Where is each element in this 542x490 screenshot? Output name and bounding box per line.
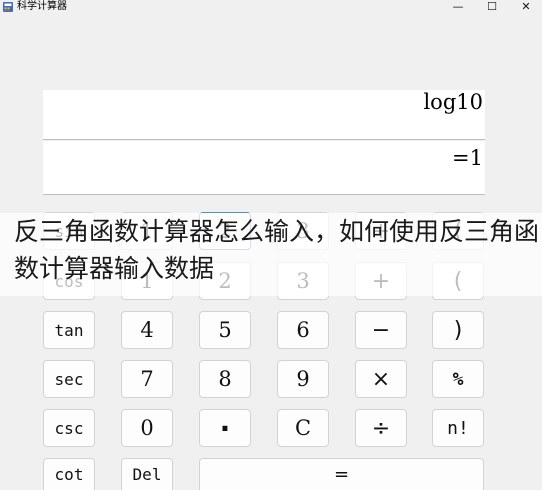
window-title: 科学计算器 [17, 1, 67, 12]
digit-7-button[interactable]: 7 [121, 360, 173, 398]
caption-overlay-text: 反三角函数计算器怎么输入，如何使用反三角函数计算器输入数据 [14, 217, 540, 283]
equals-button[interactable]: = [199, 458, 484, 490]
result-text: =1 [452, 146, 483, 170]
clear-button[interactable]: C [277, 409, 329, 447]
digit-8-button[interactable]: 8 [199, 360, 251, 398]
expression-display: log10 [43, 90, 485, 140]
expression-text: log10 [423, 90, 483, 114]
minus-button[interactable]: − [355, 311, 407, 349]
digit-5-button[interactable]: 5 [199, 311, 251, 349]
factorial-button[interactable]: n! [432, 409, 484, 447]
maximize-button[interactable]: ☐ [474, 0, 510, 14]
tan-button[interactable]: tan [43, 311, 95, 349]
minimize-button[interactable]: — [440, 0, 476, 14]
close-button[interactable]: ✕ [508, 0, 542, 14]
digit-9-button[interactable]: 9 [277, 360, 329, 398]
digit-6-button[interactable]: 6 [277, 311, 329, 349]
cot-button[interactable]: cot [43, 458, 95, 490]
csc-button[interactable]: csc [43, 409, 95, 447]
title-bar: 科学计算器 — ☐ ✕ [0, 0, 542, 14]
digit-0-button[interactable]: 0 [121, 409, 173, 447]
result-display: =1 [43, 141, 485, 195]
close-paren-button[interactable]: ) [432, 311, 484, 349]
divide-button[interactable]: ÷ [355, 409, 407, 447]
calculator-app-icon [3, 2, 13, 12]
delete-button[interactable]: Del [121, 458, 173, 490]
multiply-button[interactable]: × [355, 360, 407, 398]
sec-button[interactable]: sec [43, 360, 95, 398]
percent-button[interactable]: % [432, 360, 484, 398]
digit-4-button[interactable]: 4 [121, 311, 173, 349]
decimal-point-button[interactable]: · [199, 409, 251, 447]
